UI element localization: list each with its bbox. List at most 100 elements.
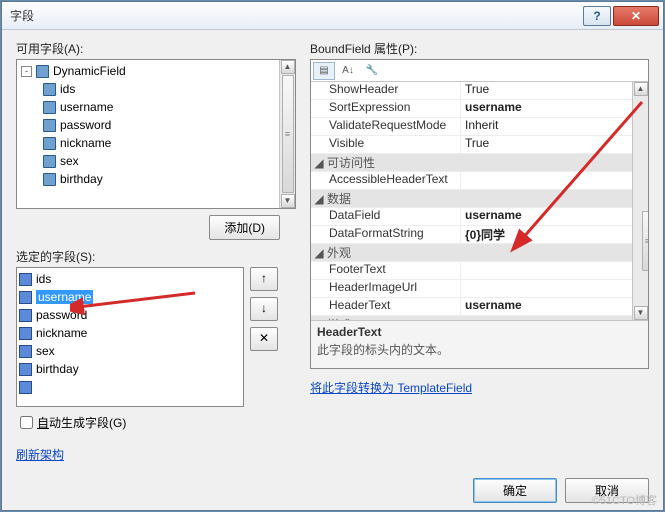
list-item-label xyxy=(36,380,39,394)
field-icon xyxy=(43,101,56,114)
selected-fields-label: 选定的字段(S): xyxy=(16,248,296,265)
close-button[interactable]: ✕ xyxy=(613,6,659,26)
tree-node[interactable]: birthday xyxy=(19,170,277,188)
dynamicfield-icon xyxy=(36,65,49,78)
field-icon xyxy=(19,273,32,286)
list-item-label: birthday xyxy=(36,362,79,376)
move-up-button[interactable]: ↑ xyxy=(250,267,278,291)
scroll-down-icon[interactable]: ▼ xyxy=(634,306,648,320)
field-icon xyxy=(19,363,32,376)
tree-node-label: ids xyxy=(60,82,75,96)
list-item[interactable] xyxy=(17,378,243,396)
refresh-schema-link[interactable]: 刷新架构 xyxy=(16,448,64,462)
tree-node[interactable]: nickname xyxy=(19,134,277,152)
scroll-thumb[interactable] xyxy=(642,211,649,271)
propgrid-scrollbar[interactable]: ▲ ▼ xyxy=(632,82,648,320)
alphabetical-button[interactable]: A↓ xyxy=(337,62,359,80)
field-icon xyxy=(19,381,32,394)
right-column: BoundField 属性(P): ▤ A↓ 🔧 ShowHeaderTrue … xyxy=(310,40,649,470)
property-grid: ▤ A↓ 🔧 ShowHeaderTrue SortExpressionuser… xyxy=(310,59,649,369)
scroll-up-icon[interactable]: ▲ xyxy=(281,60,295,74)
propgrid-rows: ShowHeaderTrue SortExpressionusername Va… xyxy=(311,82,632,320)
scroll-up-icon[interactable]: ▲ xyxy=(634,82,648,96)
prop-row[interactable]: SortExpressionusername xyxy=(311,100,632,118)
tree-scrollbar[interactable]: ▲ ▼ xyxy=(279,60,295,208)
titlebar: 字段 ? ✕ xyxy=(2,2,663,30)
field-icon xyxy=(43,137,56,150)
dialog-window: 字段 ? ✕ 可用字段(A): - DynamicField ids usern… xyxy=(1,1,664,511)
convert-to-templatefield-link[interactable]: 将此字段转换为 TemplateField xyxy=(310,381,472,395)
ok-button[interactable]: 确定 xyxy=(473,478,557,503)
reorder-buttons: ↑ ↓ ✕ xyxy=(250,267,278,407)
help-button[interactable]: ? xyxy=(583,6,611,26)
field-icon xyxy=(43,173,56,186)
desc-text: 此字段的标头内的文本。 xyxy=(317,341,642,358)
prop-row[interactable]: HeaderImageUrl xyxy=(311,280,632,298)
field-icon xyxy=(43,155,56,168)
left-column: 可用字段(A): - DynamicField ids username pas… xyxy=(16,40,296,470)
tree-node[interactable]: username xyxy=(19,98,277,116)
add-button[interactable]: 添加(D) xyxy=(209,215,280,240)
tree-node-label: password xyxy=(60,118,111,132)
prop-row[interactable]: ShowHeaderTrue xyxy=(311,82,632,100)
delete-button[interactable]: ✕ xyxy=(250,327,278,351)
collapse-icon[interactable]: - xyxy=(21,66,32,77)
selected-fields-list[interactable]: ids username password nickname sex birth… xyxy=(16,267,244,407)
propgrid-toolbar: ▤ A↓ 🔧 xyxy=(311,60,648,82)
desc-name: HeaderText xyxy=(317,325,642,339)
tree-node[interactable]: password xyxy=(19,116,277,134)
tree-node-label: sex xyxy=(60,154,79,168)
propgrid-description: HeaderText 此字段的标头内的文本。 xyxy=(311,320,648,368)
tree-node-root[interactable]: - DynamicField xyxy=(19,62,277,80)
prop-row[interactable]: DataFormatString{0}同学 xyxy=(311,226,632,244)
autogen-row: 自动生成字段(G) xyxy=(16,413,296,432)
available-fields-label: 可用字段(A): xyxy=(16,40,296,57)
dialog-footer: 确定 取消 xyxy=(2,470,663,511)
collapse-icon[interactable]: ◢ xyxy=(313,156,325,170)
prop-row[interactable]: VisibleTrue xyxy=(311,136,632,154)
list-item-label: ids xyxy=(36,272,51,286)
move-down-button[interactable]: ↓ xyxy=(250,297,278,321)
field-icon xyxy=(19,327,32,340)
list-item-label: nickname xyxy=(36,326,87,340)
list-item[interactable]: nickname xyxy=(17,324,243,342)
watermark: ©51CTO博客 xyxy=(592,492,657,508)
collapse-icon[interactable]: ◢ xyxy=(313,192,325,206)
selected-area: ids username password nickname sex birth… xyxy=(16,267,296,407)
tree-node-label: birthday xyxy=(60,172,103,186)
prop-category[interactable]: ◢数据 xyxy=(311,190,632,208)
prop-category[interactable]: ◢可访问性 xyxy=(311,154,632,172)
list-item[interactable]: birthday xyxy=(17,360,243,378)
field-icon xyxy=(43,83,56,96)
autogen-checkbox[interactable] xyxy=(20,416,33,429)
prop-row[interactable]: AccessibleHeaderText xyxy=(311,172,632,190)
tree-node-label: DynamicField xyxy=(53,64,126,78)
autogen-label: 自动生成字段(G) xyxy=(37,414,126,431)
prop-row[interactable]: FooterText xyxy=(311,262,632,280)
collapse-icon[interactable]: ◢ xyxy=(313,246,325,260)
scroll-thumb[interactable] xyxy=(282,75,294,193)
window-title: 字段 xyxy=(10,7,583,24)
list-item-selected[interactable]: username xyxy=(17,288,243,306)
tree-node-label: username xyxy=(60,100,113,114)
tree-node-label: nickname xyxy=(60,136,111,150)
convert-row: 将此字段转换为 TemplateField xyxy=(310,379,649,396)
boundfield-label: BoundField 属性(P): xyxy=(310,40,649,57)
refresh-row: 刷新架构 xyxy=(16,446,296,463)
prop-row[interactable]: HeaderTextusername xyxy=(311,298,632,316)
available-fields-tree[interactable]: - DynamicField ids username password nic… xyxy=(16,59,296,209)
list-item-label: sex xyxy=(36,344,55,358)
tree-node[interactable]: ids xyxy=(19,80,277,98)
list-item[interactable]: ids xyxy=(17,270,243,288)
list-item[interactable]: sex xyxy=(17,342,243,360)
tree-node[interactable]: sex xyxy=(19,152,277,170)
scroll-down-icon[interactable]: ▼ xyxy=(281,194,295,208)
prop-category[interactable]: ◢外观 xyxy=(311,244,632,262)
propgrid-tool[interactable]: 🔧 xyxy=(361,62,383,80)
list-item[interactable]: password xyxy=(17,306,243,324)
prop-row[interactable]: ValidateRequestModeInherit xyxy=(311,118,632,136)
prop-row[interactable]: DataFieldusername xyxy=(311,208,632,226)
field-icon xyxy=(19,291,32,304)
categorized-button[interactable]: ▤ xyxy=(313,62,335,80)
list-item-label: username xyxy=(36,290,93,304)
